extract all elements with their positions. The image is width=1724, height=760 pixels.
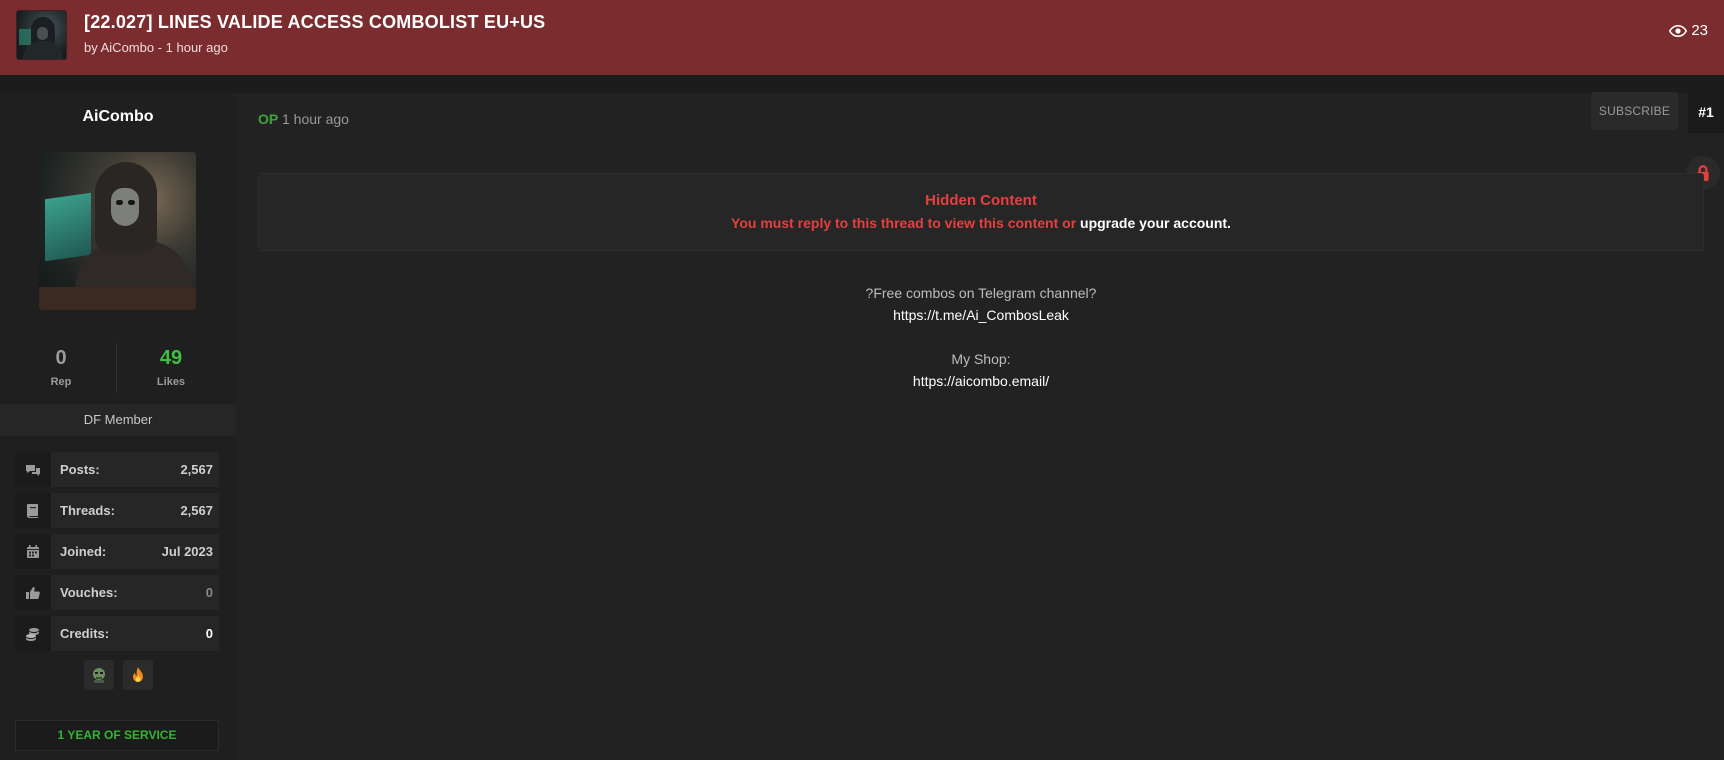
- shop-link[interactable]: https://aicombo.email/: [258, 370, 1704, 392]
- post-number-link[interactable]: #1: [1688, 92, 1724, 133]
- book-icon: [15, 493, 51, 528]
- eye-icon: [1669, 24, 1688, 37]
- author-avatar[interactable]: [39, 152, 196, 310]
- rep-value: 0: [55, 347, 67, 369]
- comments-icon: [15, 452, 51, 487]
- stat-row-posts: Posts: 2,567: [15, 452, 219, 487]
- hidden-content-box: Hidden Content You must reply to this th…: [258, 173, 1704, 251]
- coins-icon: [15, 616, 51, 651]
- stat-value: 0: [205, 626, 213, 641]
- header-divider: [0, 75, 1724, 93]
- hidden-content-title: Hidden Content: [925, 192, 1037, 209]
- stat-row-credits: Credits: 0: [15, 616, 219, 651]
- stat-label: Joined:: [60, 544, 107, 559]
- post-body: ?Free combos on Telegram channel? https:…: [258, 282, 1704, 392]
- stat-value: 2,567: [180, 462, 213, 477]
- stat-row-joined: Joined: Jul 2023: [15, 534, 219, 569]
- user-rank: DF Member: [0, 404, 236, 436]
- hidden-content-message: You must reply to this thread to view th…: [259, 215, 1703, 231]
- stat-label: Credits:: [60, 626, 110, 641]
- thread-title: [22.027] LINES VALIDE ACCESS COMBOLIST E…: [84, 12, 546, 32]
- thread-header: [22.027] LINES VALIDE ACCESS COMBOLIST E…: [0, 0, 1724, 75]
- stat-value: 2,567: [180, 503, 213, 518]
- author-username[interactable]: AiCombo: [0, 108, 236, 126]
- author-sidebar: AiCombo 0 Rep 49 Likes DF Member Posts: …: [0, 93, 236, 760]
- service-badge: 1 YEAR OF SERVICE: [15, 720, 219, 751]
- views-count: 23: [1691, 22, 1708, 39]
- hacker-badge-icon[interactable]: [84, 660, 114, 690]
- thread-byline: by AiCombo - 1 hour ago: [84, 40, 228, 55]
- upgrade-account-link[interactable]: upgrade your account.: [1080, 215, 1231, 231]
- subscribe-button[interactable]: SUBSCRIBE: [1591, 92, 1678, 130]
- post-time: 1 hour ago: [282, 111, 349, 127]
- rep-label: Rep: [50, 376, 72, 388]
- likes-value: 49: [159, 347, 183, 369]
- views-counter: 23: [1669, 22, 1708, 39]
- author-thumbnail-avatar[interactable]: [16, 10, 67, 60]
- stat-row-threads: Threads: 2,567: [15, 493, 219, 528]
- hidden-content-text: You must reply to this thread to view th…: [731, 215, 1077, 231]
- fire-badge-icon[interactable]: [123, 660, 153, 690]
- likes-label: Likes: [156, 376, 186, 388]
- likes-stat[interactable]: 49 Likes: [112, 343, 230, 388]
- thumbs-up-icon: [15, 575, 51, 610]
- stat-row-vouches: Vouches: 0: [15, 575, 219, 610]
- stat-label: Vouches:: [60, 585, 118, 600]
- op-label: OP: [258, 111, 279, 127]
- telegram-promo-text: ?Free combos on Telegram channel?: [865, 285, 1097, 301]
- reputation-stats: 0 Rep 49 Likes: [0, 343, 236, 401]
- telegram-link[interactable]: https://t.me/Ai_CombosLeak: [258, 304, 1704, 326]
- stat-value: Jul 2023: [161, 544, 213, 559]
- calendar-icon: [15, 534, 51, 569]
- stat-value: 0: [205, 585, 213, 600]
- stat-label: Posts:: [60, 462, 100, 477]
- stat-label: Threads:: [60, 503, 115, 518]
- shop-label: My Shop:: [951, 351, 1011, 367]
- rep-stat[interactable]: 0 Rep: [2, 343, 120, 388]
